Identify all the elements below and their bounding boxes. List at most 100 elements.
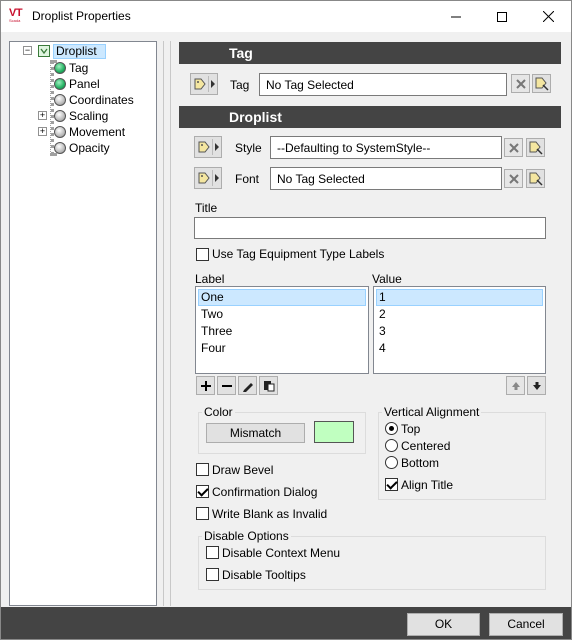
- draw-bevel-label: Draw Bevel: [212, 463, 274, 477]
- tree-item-panel[interactable]: Panel: [54, 76, 100, 92]
- panel-splitter[interactable]: [163, 41, 171, 606]
- dialog-window: VT Scada Droplist Properties − Droplist …: [0, 0, 572, 640]
- tree-item-tag[interactable]: Tag: [54, 60, 88, 76]
- tree-item-scaling[interactable]: Scaling: [54, 108, 108, 124]
- expand-toggle-icon[interactable]: +: [38, 111, 47, 120]
- font-tag-button[interactable]: [194, 167, 222, 189]
- maximize-icon: [497, 11, 507, 22]
- collapse-toggle-icon[interactable]: −: [23, 46, 32, 55]
- title-input[interactable]: [194, 217, 546, 239]
- style-tag-button[interactable]: [194, 136, 222, 158]
- list-item[interactable]: Four: [198, 340, 229, 357]
- tree-item-label: Opacity: [69, 141, 110, 155]
- tree-item-droplist[interactable]: Droplist: [38, 43, 106, 59]
- expand-toggle-icon[interactable]: +: [38, 127, 47, 136]
- valign-centered-radio[interactable]: [385, 439, 398, 452]
- tree-item-coordinates[interactable]: Coordinates: [54, 92, 134, 108]
- separator: [212, 139, 213, 155]
- tree-item-label: Panel: [69, 77, 100, 91]
- droplist-section-header: Droplist: [179, 106, 561, 128]
- tag-label: Tag: [230, 78, 250, 92]
- mismatch-color-button[interactable]: Mismatch: [206, 423, 305, 443]
- valign-top-radio[interactable]: [385, 422, 398, 435]
- clear-x-icon: [508, 142, 519, 153]
- property-tree[interactable]: − Droplist Tag Panel Coordinates + Scali…: [9, 41, 157, 606]
- list-item[interactable]: 3: [376, 323, 389, 340]
- close-button[interactable]: [525, 1, 571, 32]
- list-item[interactable]: 4: [376, 340, 389, 357]
- disable-tooltips-label: Disable Tooltips: [222, 568, 306, 582]
- arrow-up-icon: [511, 381, 520, 390]
- tree-item-label: Movement: [69, 125, 126, 139]
- tag-icon: [198, 172, 210, 184]
- tag-select-icon: [529, 141, 543, 155]
- clear-x-icon: [508, 173, 519, 184]
- style-label: Style: [235, 141, 262, 155]
- value-listbox[interactable]: 1 2 3 4: [373, 286, 546, 374]
- tag-section-header: Tag: [179, 42, 561, 64]
- tree-item-opacity[interactable]: Opacity: [54, 140, 110, 156]
- list-item[interactable]: 2: [376, 306, 389, 323]
- align-title-checkbox[interactable]: [385, 478, 398, 491]
- cancel-button[interactable]: Cancel: [489, 613, 563, 636]
- move-up-button[interactable]: [506, 376, 525, 395]
- remove-item-button[interactable]: [217, 376, 236, 395]
- clear-tag-button[interactable]: [511, 74, 530, 93]
- draw-bevel-checkbox[interactable]: [196, 463, 209, 476]
- align-title-label: Align Title: [401, 478, 454, 492]
- style-field[interactable]: --Defaulting to SystemStyle--: [270, 136, 502, 159]
- label-listbox[interactable]: One Two Three Four: [195, 286, 369, 374]
- font-label: Font: [235, 172, 260, 186]
- close-icon: [542, 11, 554, 22]
- list-item[interactable]: Three: [198, 323, 235, 340]
- color-group-title: Color: [202, 405, 235, 419]
- minimize-button[interactable]: [433, 1, 479, 32]
- dropdown-arrow-icon: [211, 80, 215, 88]
- tree-item-movement[interactable]: Movement: [54, 124, 125, 140]
- list-item[interactable]: Two: [198, 306, 226, 323]
- write-blank-label: Write Blank as Invalid: [212, 507, 328, 521]
- edit-item-button[interactable]: [238, 376, 257, 395]
- gray-bullet-icon: [54, 110, 66, 122]
- pencil-icon: [242, 382, 253, 392]
- add-item-button[interactable]: [196, 376, 215, 395]
- tag-field[interactable]: No Tag Selected: [259, 73, 507, 96]
- ok-button[interactable]: OK: [407, 613, 480, 636]
- tree-item-label: Droplist: [53, 43, 106, 59]
- disable-context-menu-label: Disable Context Menu: [222, 546, 341, 560]
- green-bullet-icon: [54, 62, 66, 74]
- disable-context-menu-checkbox[interactable]: [206, 546, 219, 559]
- gray-bullet-icon: [54, 94, 66, 106]
- maximize-button[interactable]: [479, 1, 525, 32]
- title-bar: VT Scada Droplist Properties: [1, 1, 571, 32]
- logo-text: VT: [9, 7, 23, 19]
- clear-font-button[interactable]: [504, 169, 523, 188]
- list-item[interactable]: One: [198, 289, 366, 306]
- logo-subtext: Scada: [9, 18, 21, 23]
- confirmation-dialog-label: Confirmation Dialog: [212, 485, 318, 499]
- clear-style-button[interactable]: [504, 138, 523, 157]
- disable-tooltips-checkbox[interactable]: [206, 568, 219, 581]
- value-column-header: Value: [372, 272, 402, 286]
- tag-browse-button[interactable]: [190, 73, 218, 95]
- footer-bar: [1, 607, 571, 639]
- paste-items-button[interactable]: [259, 376, 278, 395]
- plus-icon: [200, 380, 211, 391]
- vertical-alignment-title: Vertical Alignment: [382, 405, 482, 419]
- valign-bottom-label: Bottom: [401, 456, 440, 470]
- write-blank-checkbox[interactable]: [196, 507, 209, 520]
- separator: [212, 170, 213, 186]
- valign-top-label: Top: [401, 422, 421, 436]
- color-swatch[interactable]: [314, 421, 354, 443]
- style-select-button[interactable]: [526, 138, 545, 157]
- list-item[interactable]: 1: [376, 289, 543, 306]
- confirmation-dialog-checkbox[interactable]: [196, 485, 209, 498]
- tag-select-button[interactable]: [532, 74, 551, 93]
- use-equipment-labels-label: Use Tag Equipment Type Labels: [212, 247, 385, 261]
- move-down-button[interactable]: [527, 376, 546, 395]
- font-field[interactable]: No Tag Selected: [270, 167, 502, 190]
- valign-bottom-radio[interactable]: [385, 456, 398, 469]
- use-equipment-labels-checkbox[interactable]: [196, 248, 209, 261]
- dropdown-arrow-icon: [215, 143, 219, 151]
- font-select-button[interactable]: [526, 169, 545, 188]
